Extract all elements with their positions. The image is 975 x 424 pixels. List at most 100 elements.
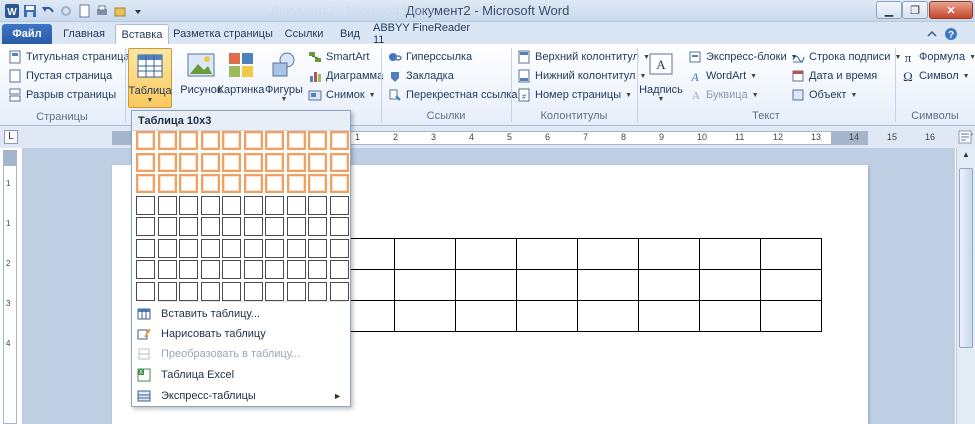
grid-cell[interactable] bbox=[243, 174, 263, 193]
grid-cell[interactable] bbox=[243, 260, 263, 279]
grid-cell[interactable] bbox=[200, 195, 220, 215]
grid-cell[interactable] bbox=[136, 195, 155, 215]
cross-reference-button[interactable]: Перекрестная ссылка bbox=[388, 86, 518, 104]
symbol-button[interactable]: Ω Символ ▼ bbox=[901, 67, 969, 85]
grid-cell[interactable] bbox=[286, 238, 306, 258]
minimize-button[interactable]: ▁ bbox=[876, 1, 902, 19]
grid-cell[interactable] bbox=[179, 152, 198, 172]
table-cell[interactable] bbox=[516, 238, 578, 270]
grid-cell[interactable] bbox=[157, 238, 177, 258]
grid-cell[interactable] bbox=[308, 260, 327, 279]
quick-parts-button[interactable]: Экспресс-блоки ▼ bbox=[688, 48, 798, 66]
grid-cell[interactable] bbox=[329, 195, 349, 215]
grid-cell[interactable] bbox=[286, 260, 306, 279]
tab-abbyy[interactable]: ABBYY FineReader 11 bbox=[373, 22, 479, 46]
tab-references[interactable]: Ссылки bbox=[281, 24, 327, 44]
cover-page-button[interactable]: Титульная страница▼ bbox=[8, 48, 141, 66]
grid-cell[interactable] bbox=[136, 174, 155, 193]
tab-file[interactable]: Файл bbox=[2, 24, 52, 44]
grid-cell[interactable] bbox=[222, 281, 241, 301]
grid-cell[interactable] bbox=[265, 195, 284, 215]
grid-cell[interactable] bbox=[200, 174, 220, 193]
grid-cell[interactable] bbox=[243, 238, 263, 258]
table-cell[interactable] bbox=[577, 238, 639, 270]
table-cell[interactable] bbox=[394, 238, 456, 270]
screenshot-button[interactable]: Снимок ▼ bbox=[308, 86, 376, 104]
document-table[interactable] bbox=[333, 238, 822, 332]
table-cell[interactable] bbox=[455, 238, 517, 270]
grid-cell[interactable] bbox=[157, 195, 177, 215]
grid-cell[interactable] bbox=[179, 217, 198, 236]
footer-button[interactable]: Нижний колонтитул ▼ bbox=[517, 67, 646, 85]
grid-cell[interactable] bbox=[157, 131, 177, 150]
grid-cell[interactable] bbox=[308, 152, 327, 172]
grid-cell[interactable] bbox=[308, 281, 327, 301]
grid-cell[interactable] bbox=[136, 281, 155, 301]
table-cell[interactable] bbox=[577, 269, 639, 301]
table-cell[interactable] bbox=[699, 300, 761, 332]
grid-cell[interactable] bbox=[136, 131, 155, 150]
grid-cell[interactable] bbox=[222, 131, 241, 150]
grid-cell[interactable] bbox=[329, 238, 349, 258]
grid-cell[interactable] bbox=[222, 217, 241, 236]
shapes-button[interactable]: Фигуры ▼ bbox=[263, 48, 305, 108]
smartart-button[interactable]: SmartArt bbox=[308, 48, 369, 66]
grid-cell[interactable] bbox=[243, 131, 263, 150]
grid-cell[interactable] bbox=[136, 260, 155, 279]
draw-table-item[interactable]: Нарисовать таблицу bbox=[132, 324, 350, 344]
table-cell[interactable] bbox=[638, 238, 700, 270]
table-cell[interactable] bbox=[638, 269, 700, 301]
grid-cell[interactable] bbox=[243, 152, 263, 172]
grid-cell[interactable] bbox=[265, 238, 284, 258]
table-cell[interactable] bbox=[516, 269, 578, 301]
grid-cell[interactable] bbox=[136, 238, 155, 258]
grid-cell[interactable] bbox=[265, 174, 284, 193]
table-cell[interactable] bbox=[455, 269, 517, 301]
header-button[interactable]: Верхний колонтитул ▼ bbox=[517, 48, 650, 66]
help-icon[interactable]: ? bbox=[944, 27, 958, 41]
grid-cell[interactable] bbox=[200, 238, 220, 258]
grid-cell[interactable] bbox=[286, 152, 306, 172]
wordart-button[interactable]: A WordArt ▼ bbox=[688, 67, 757, 85]
grid-cell[interactable] bbox=[265, 217, 284, 236]
grid-cell[interactable] bbox=[222, 195, 241, 215]
grid-cell[interactable] bbox=[286, 131, 306, 150]
chart-button[interactable]: Диаграмма bbox=[308, 67, 383, 85]
grid-cell[interactable] bbox=[308, 238, 327, 258]
vertical-scrollbar[interactable]: ▲ bbox=[956, 148, 975, 424]
table-cell[interactable] bbox=[394, 300, 456, 332]
grid-cell[interactable] bbox=[308, 131, 327, 150]
grid-cell[interactable] bbox=[286, 281, 306, 301]
ribbon-minimize-icon[interactable] bbox=[925, 27, 939, 41]
drop-cap-button[interactable]: A Буквица ▼ bbox=[688, 86, 759, 104]
table-button[interactable]: Таблица ▼ bbox=[128, 48, 172, 108]
grid-cell[interactable] bbox=[308, 174, 327, 193]
signature-line-button[interactable]: Строка подписи ▼ bbox=[791, 48, 901, 66]
tab-insert[interactable]: Вставка bbox=[115, 24, 169, 44]
grid-cell[interactable] bbox=[329, 131, 349, 150]
grid-cell[interactable] bbox=[157, 174, 177, 193]
grid-cell[interactable] bbox=[179, 281, 198, 301]
blank-page-button[interactable]: Пустая страница bbox=[8, 67, 112, 85]
grid-cell[interactable] bbox=[157, 152, 177, 172]
table-cell[interactable] bbox=[577, 300, 639, 332]
grid-cell[interactable] bbox=[200, 217, 220, 236]
grid-cell[interactable] bbox=[179, 195, 198, 215]
grid-cell[interactable] bbox=[265, 260, 284, 279]
view-ruler-icon[interactable] bbox=[958, 130, 972, 144]
quick-tables-item[interactable]: Экспресс-таблицы ► bbox=[132, 386, 350, 406]
table-cell[interactable] bbox=[638, 300, 700, 332]
grid-cell[interactable] bbox=[136, 217, 155, 236]
page-number-button[interactable]: # Номер страницы ▼ bbox=[517, 86, 632, 104]
table-cell[interactable] bbox=[760, 300, 822, 332]
tab-page-layout[interactable]: Разметка страницы bbox=[173, 24, 273, 44]
tab-home[interactable]: Главная bbox=[56, 24, 112, 44]
grid-cell[interactable] bbox=[200, 281, 220, 301]
grid-cell[interactable] bbox=[222, 174, 241, 193]
grid-cell[interactable] bbox=[265, 131, 284, 150]
object-button[interactable]: Объект ▼ bbox=[791, 86, 857, 104]
grid-cell[interactable] bbox=[200, 260, 220, 279]
grid-cell[interactable] bbox=[243, 217, 263, 236]
clipart-button[interactable]: Картинка bbox=[218, 48, 264, 108]
grid-cell[interactable] bbox=[157, 260, 177, 279]
